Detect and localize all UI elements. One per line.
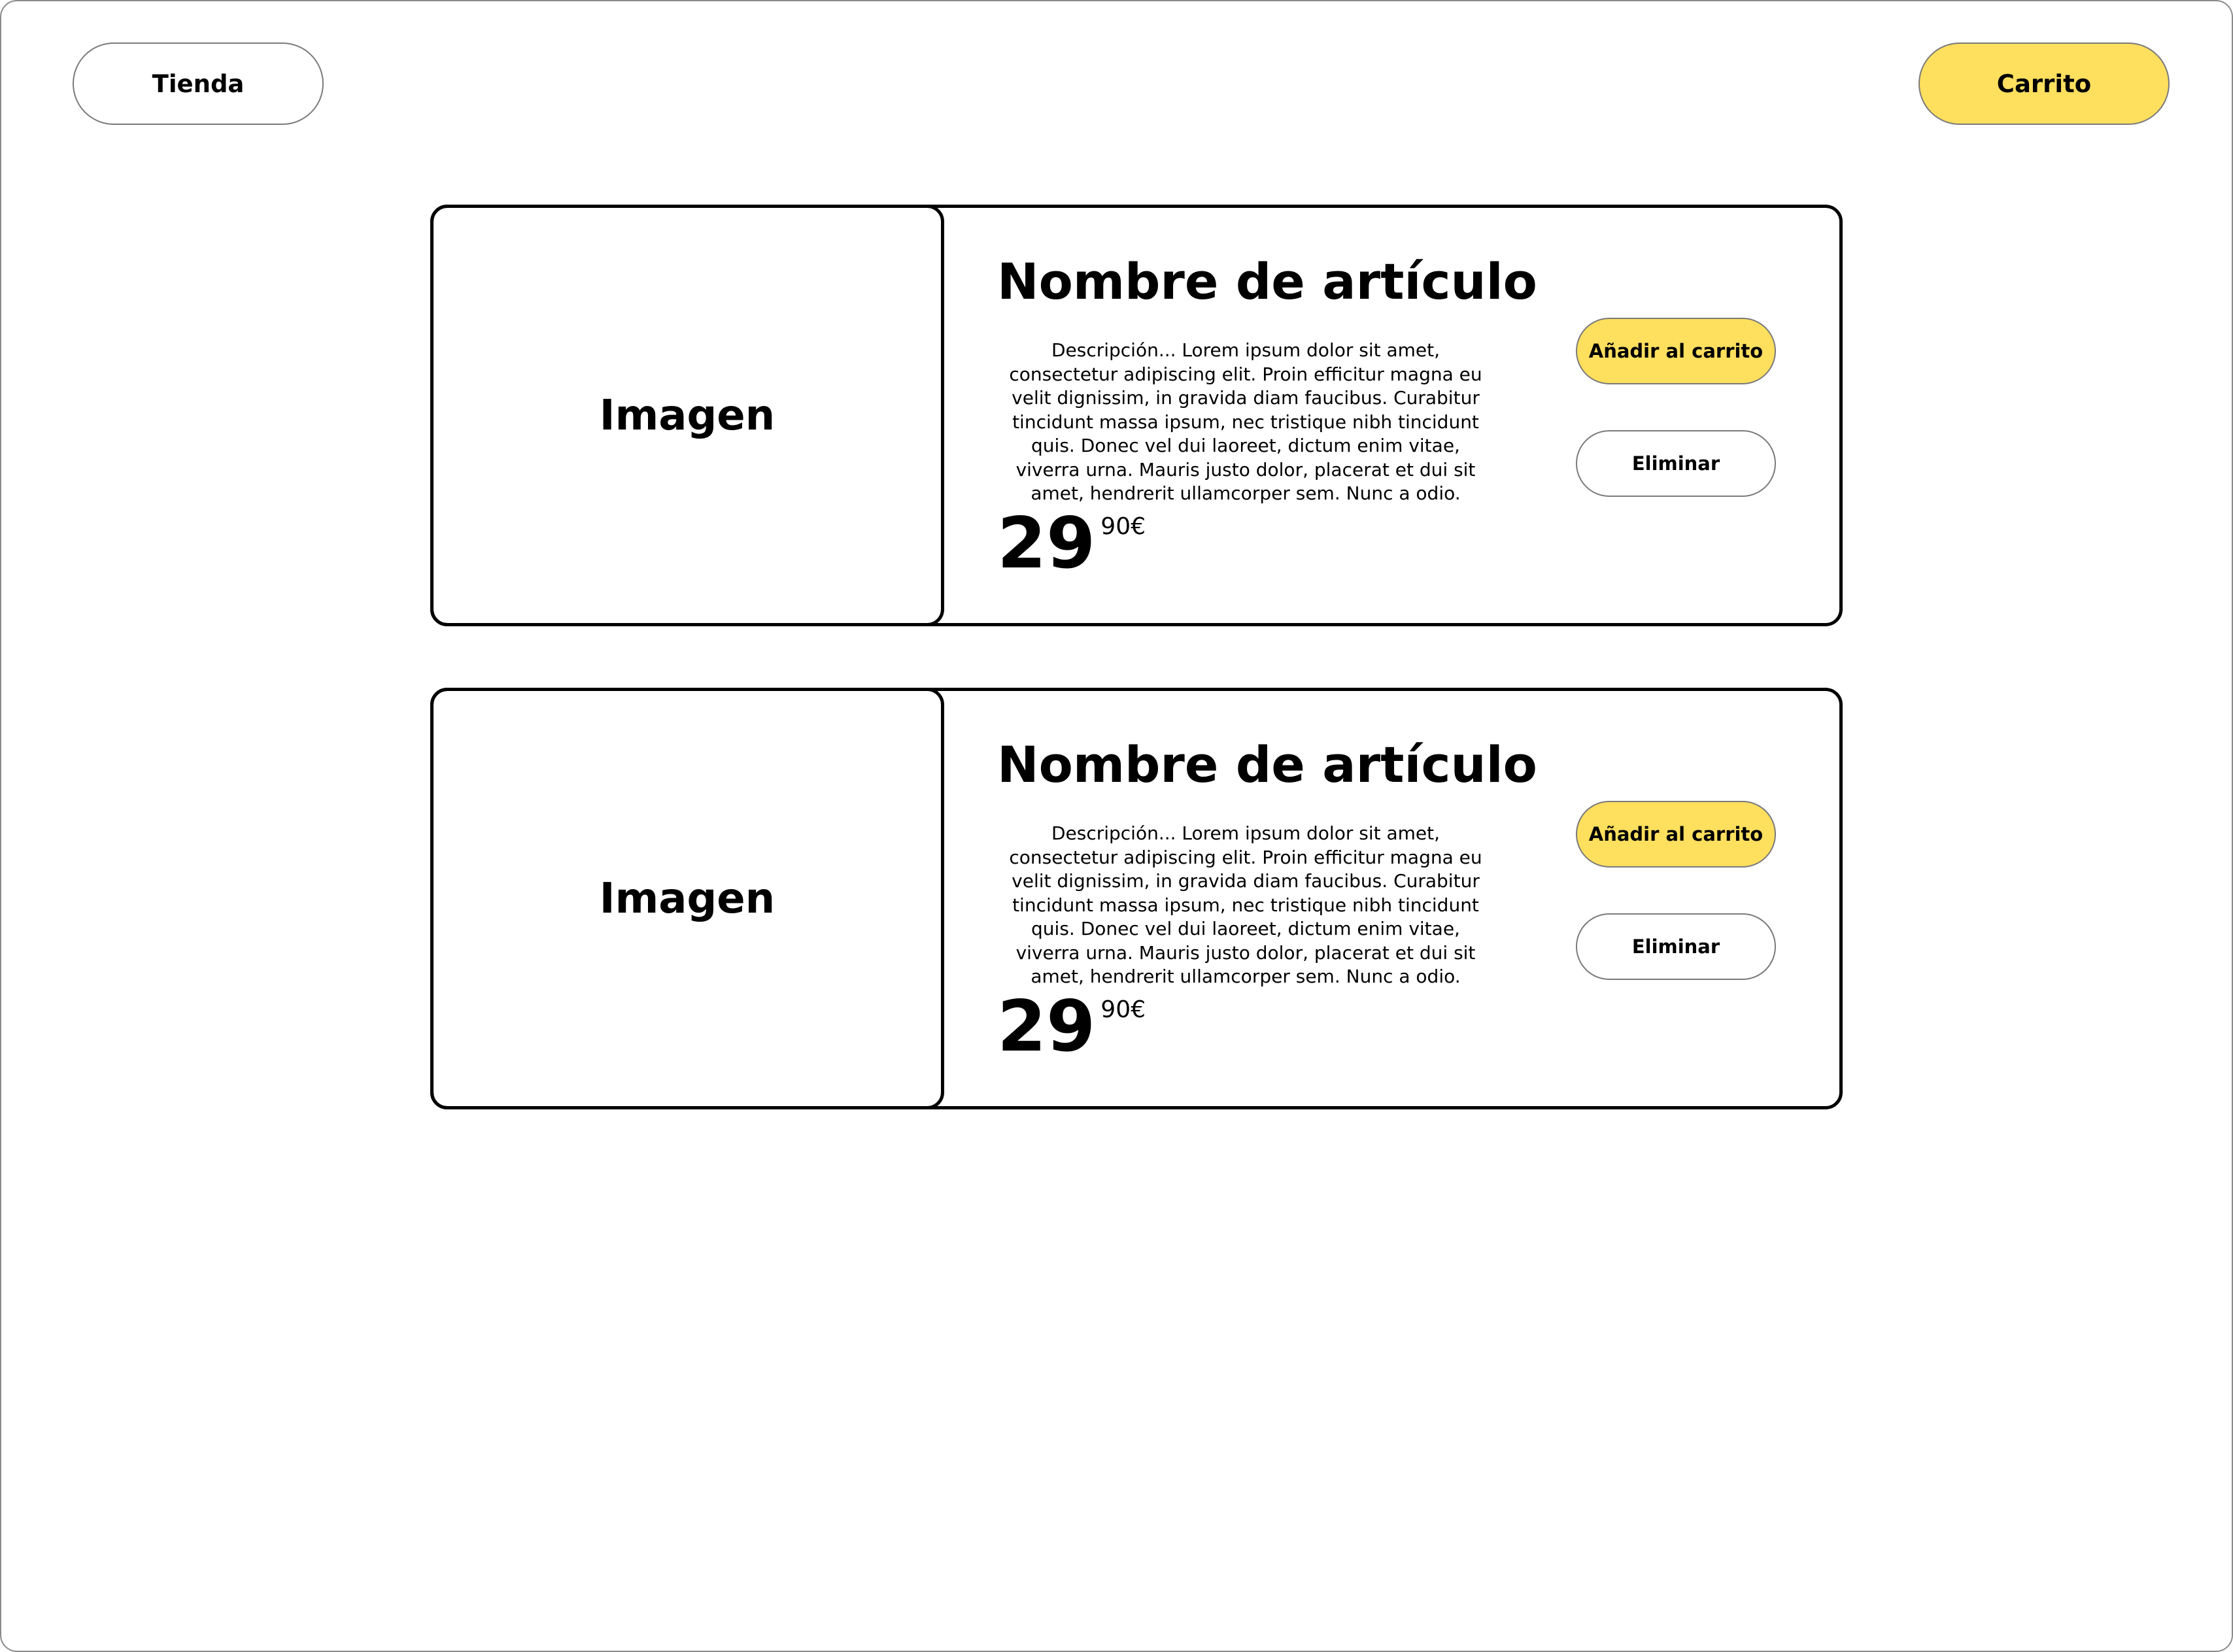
add-to-cart-button[interactable]: Añadir al carrito — [1576, 801, 1776, 868]
product-title: Nombre de artículo — [997, 735, 1537, 794]
price-integer: 29 — [997, 503, 1096, 584]
product-price: 29 90€ — [997, 509, 1146, 579]
product-description: Descripción... Lorem ipsum dolor sit ame… — [1009, 822, 1482, 987]
add-to-cart-button[interactable]: Añadir al carrito — [1576, 318, 1776, 384]
product-image-placeholder: Imagen — [430, 205, 944, 626]
product-card: Imagen Nombre de artículo Descripción...… — [430, 205, 1843, 626]
price-integer: 29 — [997, 986, 1096, 1068]
product-description: Descripción... Lorem ipsum dolor sit ame… — [1009, 339, 1482, 504]
product-title: Nombre de artículo — [997, 252, 1537, 311]
product-image-placeholder: Imagen — [430, 688, 944, 1109]
price-decimal: 90€ — [1100, 996, 1146, 1023]
remove-button[interactable]: Eliminar — [1576, 430, 1776, 497]
product-price: 29 90€ — [997, 992, 1146, 1062]
app-window: Tienda Carrito Imagen Nombre de artículo… — [0, 0, 2233, 1652]
cart-button[interactable]: Carrito — [1918, 42, 2170, 125]
price-decimal: 90€ — [1100, 513, 1146, 540]
store-button[interactable]: Tienda — [73, 42, 324, 125]
product-card: Imagen Nombre de artículo Descripción...… — [430, 688, 1843, 1109]
remove-button[interactable]: Eliminar — [1576, 913, 1776, 980]
